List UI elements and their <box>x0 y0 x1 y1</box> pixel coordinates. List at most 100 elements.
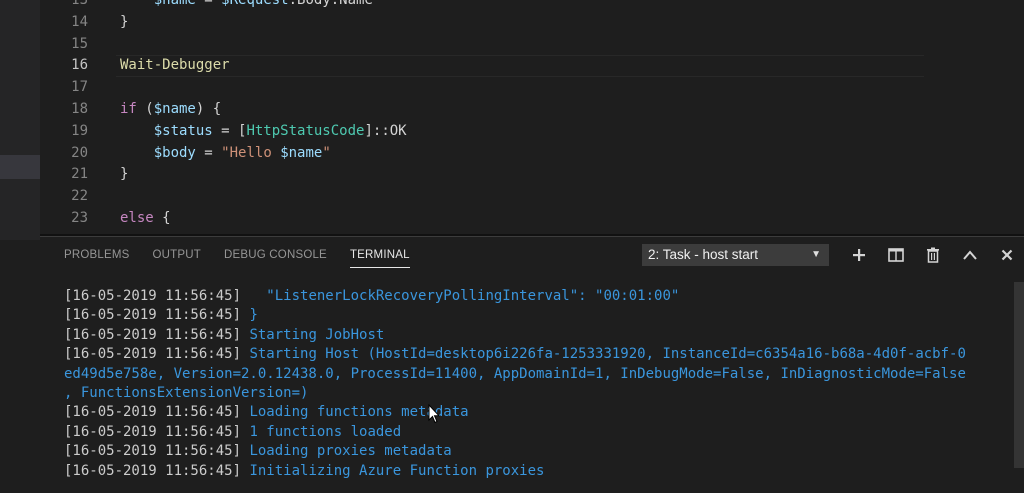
terminal-line: [16-05-2019 11:56:45] "ListenerLockRecov… <box>64 287 1014 306</box>
tab-problems[interactable]: PROBLEMS <box>64 237 141 273</box>
terminal-timestamp: [16-05-2019 11:56:45] <box>64 288 242 304</box>
line-number: 15 <box>71 35 88 52</box>
panel-actions <box>840 242 1024 268</box>
code-text: $name = $Request.Body.Name <box>120 0 373 12</box>
side-bar <box>0 0 40 493</box>
side-bar-selected-item[interactable] <box>0 155 40 179</box>
code-line[interactable]: 21} <box>40 164 1024 186</box>
chevron-down-icon: ▼ <box>811 249 821 260</box>
line-number: 13 <box>71 0 88 8</box>
tab-output[interactable]: OUTPUT <box>141 237 212 273</box>
code-text: $status = [HttpStatusCode]::OK <box>120 121 407 143</box>
line-number: 18 <box>71 101 88 117</box>
terminal-timestamp: [16-05-2019 11:56:45] <box>64 307 242 324</box>
split-icon[interactable] <box>877 242 914 268</box>
code-token: ]::OK <box>364 122 407 139</box>
code-token: "Hello <box>221 144 281 161</box>
terminal-timestamp: [16-05-2019 11:56:45] <box>64 423 242 440</box>
code-token: = [ <box>212 122 247 139</box>
close-icon[interactable] <box>988 242 1024 268</box>
terminal-message: 1 functions loaded <box>241 423 402 440</box>
terminal-message: "ListenerLockRecoveryPollingInterval": "… <box>241 288 680 304</box>
code-token: $status <box>153 122 213 139</box>
code-text: $body = "Hello $name" <box>120 143 331 165</box>
terminal-line: [16-05-2019 11:56:45] Starting Host (Hos… <box>64 345 1014 364</box>
terminal-message: ed49d5e758e, Version=2.0.12438.0, Proces… <box>64 365 966 382</box>
line-number: 19 <box>71 122 88 139</box>
terminal-line: [16-05-2019 11:56:45] Starting JobHost <box>64 326 1014 345</box>
code-line[interactable]: 18 if ($name) { <box>40 99 1024 121</box>
code-token: else <box>120 210 154 226</box>
code-token: Wait-Debugger <box>120 57 230 74</box>
code-token: $name <box>153 0 196 8</box>
terminal-line: [16-05-2019 11:56:45] } <box>64 306 1014 325</box>
code-line[interactable]: 22 <box>40 186 1024 208</box>
tab-label: TERMINAL <box>349 243 410 268</box>
code-editor[interactable]: 13 $name = $Request.Body.Name 14} 15 16 Wait… <box>40 0 1024 234</box>
tab-debug-console[interactable]: DEBUG CONSOLE <box>213 237 339 273</box>
tab-terminal[interactable]: TERMINAL <box>338 237 421 273</box>
terminal-timestamp: [16-05-2019 11:56:45] <box>64 346 242 363</box>
bottom-panel: PROBLEMS OUTPUT DEBUG CONSOLE TERMINAL 2: T… <box>40 236 1024 493</box>
terminal-timestamp: [16-05-2019 11:56:45] <box>64 326 242 343</box>
tab-label: PROBLEMS <box>64 249 130 261</box>
code-line[interactable]: 23 else { <box>40 208 1024 230</box>
terminal-message: Starting Host (HostId=desktop6i226fa-125… <box>241 346 966 363</box>
terminal-line: , FunctionsExtensionVersion=) <box>64 384 1014 403</box>
code-text: if ($name) { <box>120 99 221 121</box>
code-line[interactable]: 13 $name = $Request.Body.Name <box>40 0 1024 12</box>
terminal-scrollbar[interactable] <box>1014 282 1024 468</box>
terminal-line: [16-05-2019 11:56:45] Initializing Azure… <box>64 462 1014 481</box>
terminal-message: Loading proxies metadata <box>241 443 452 460</box>
plus-icon[interactable] <box>840 242 877 268</box>
code-text: Wait-Debugger <box>120 55 230 77</box>
code-token: .Body.Name <box>288 0 373 8</box>
code-text: else { <box>120 208 171 230</box>
code-token: } <box>120 166 129 183</box>
line-number: 23 <box>71 210 88 226</box>
code-token: if <box>120 101 137 117</box>
current-line-highlight <box>116 55 924 78</box>
code-token: { <box>153 210 171 226</box>
line-number: 16 <box>71 57 88 74</box>
tab-label: DEBUG CONSOLE <box>224 249 327 261</box>
code-token: " <box>322 144 331 161</box>
code-token: ( <box>136 101 154 117</box>
code-line[interactable]: 15 <box>40 34 1024 56</box>
terminal-message: Starting JobHost <box>241 326 385 343</box>
code-token: } <box>120 13 129 30</box>
code-token: HttpStatusCode <box>246 122 365 139</box>
trash-icon[interactable] <box>914 242 951 268</box>
code-token: $Request <box>221 0 289 8</box>
code-token: = <box>195 144 222 161</box>
terminal-line: [16-05-2019 11:56:45] 1 functions loaded <box>64 423 1014 442</box>
terminal-timestamp: [16-05-2019 11:56:45] <box>64 443 242 460</box>
code-line[interactable]: 14} <box>40 12 1024 34</box>
code-token: $name <box>153 101 196 117</box>
code-text: } <box>120 12 128 34</box>
terminal-select-value: 2: Task - host start <box>648 247 759 262</box>
code-line[interactable]: 20 $body = "Hello $name" <box>40 143 1024 165</box>
terminal-line: ed49d5e758e, Version=2.0.12438.0, Proces… <box>64 365 1014 384</box>
code-token: $name <box>280 144 323 161</box>
terminal-output[interactable]: [16-05-2019 11:56:45] "ListenerLockRecov… <box>64 287 1014 481</box>
code-line[interactable]: 16 Wait-Debugger <box>40 55 1024 78</box>
terminal-message: , FunctionsExtensionVersion=) <box>64 384 309 401</box>
terminal-message: } <box>241 307 258 324</box>
code-token: = <box>195 0 222 8</box>
code-line[interactable]: 19 $status = [HttpStatusCode]::OK <box>40 121 1024 143</box>
line-number: 17 <box>71 79 88 96</box>
side-bar-lower <box>0 240 40 493</box>
terminal-select[interactable]: 2: Task - host start ▼ <box>642 244 829 266</box>
code-text: } <box>120 164 128 186</box>
line-number: 14 <box>71 13 88 30</box>
terminal-timestamp: [16-05-2019 11:56:45] <box>64 404 242 421</box>
chevron-up-icon[interactable] <box>951 242 988 268</box>
code-line[interactable]: 17 <box>40 77 1024 99</box>
mouse-cursor-icon <box>428 403 441 428</box>
terminal-message: Initializing Azure Function proxies <box>241 462 545 479</box>
terminal-line: [16-05-2019 11:56:45] Loading functions … <box>64 403 1014 422</box>
